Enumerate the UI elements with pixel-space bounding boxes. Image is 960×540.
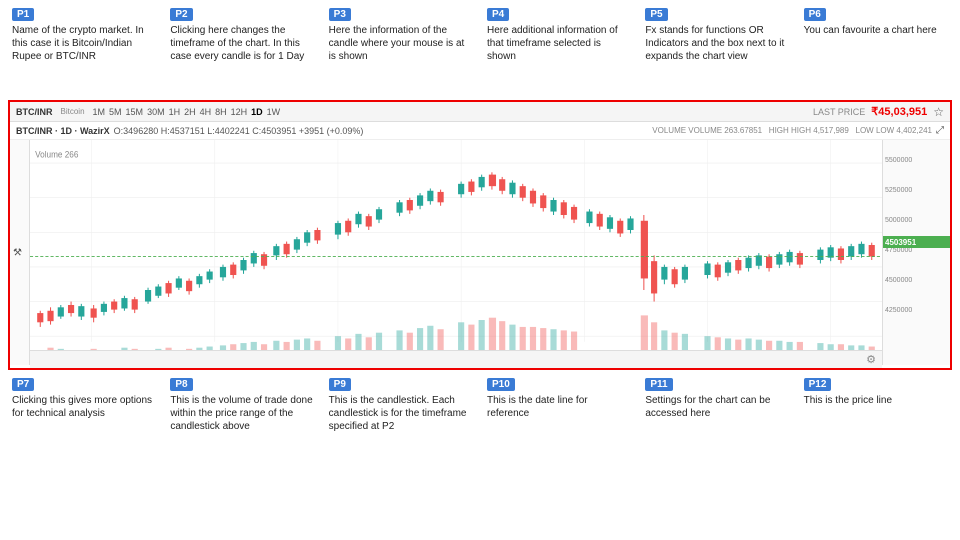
tf-1d[interactable]: 1D bbox=[251, 107, 263, 117]
annotation-p12: P12 This is the price line bbox=[800, 374, 952, 458]
svg-text:Volume 266: Volume 266 bbox=[35, 149, 78, 160]
chart-header-right: LAST PRICE ₹45,03,951 ☆ bbox=[813, 105, 944, 119]
expand-icon[interactable]: ⤢ bbox=[936, 125, 944, 136]
chart-pair: BTC/INR bbox=[16, 107, 53, 117]
annotation-p8: P8 This is the volume of trade done with… bbox=[166, 374, 318, 458]
chart-container[interactable]: BTC/INR Bitcoin 1M 5M 15M 30M 1H 2H 4H 8… bbox=[8, 100, 952, 370]
badge-p6: P6 bbox=[804, 8, 826, 21]
last-price-label: LAST PRICE bbox=[813, 107, 865, 117]
tools-sidebar[interactable]: ⚒ bbox=[10, 140, 30, 365]
annotation-p12-text: This is the price line bbox=[804, 394, 948, 407]
tf-5m[interactable]: 5M bbox=[109, 107, 122, 117]
annotation-p10-text: This is the date line for reference bbox=[487, 394, 631, 420]
svg-text:4250000: 4250000 bbox=[885, 307, 912, 314]
annotation-p8-text: This is the volume of trade done within … bbox=[170, 394, 314, 433]
chart-canvas: Sep 8 15 22 Oct 8 15 22 Nov 8 15 22 Dec … bbox=[30, 140, 882, 365]
chart-pair-sub: Bitcoin bbox=[61, 107, 85, 116]
badge-p2: P2 bbox=[170, 8, 192, 21]
annotation-p6: P6 You can favourite a chart here bbox=[800, 4, 952, 98]
annotation-p5-text: Fx stands for functions OR Indicators an… bbox=[645, 24, 789, 63]
annotation-p5: P5 Fx stands for functions OR Indicators… bbox=[641, 4, 793, 98]
tf-8h[interactable]: 8H bbox=[215, 107, 227, 117]
svg-text:5500000: 5500000 bbox=[885, 157, 912, 164]
tf-1m[interactable]: 1M bbox=[93, 107, 106, 117]
chart-body: ⚒ bbox=[10, 140, 950, 365]
annotation-p11-text: Settings for the chart can be accessed h… bbox=[645, 394, 789, 420]
badge-p7: P7 bbox=[12, 378, 34, 391]
badge-p8: P8 bbox=[170, 378, 192, 391]
annotation-p1-text: Name of the crypto market. In this case … bbox=[12, 24, 156, 63]
badge-p1: P1 bbox=[12, 8, 34, 21]
badge-p4: P4 bbox=[487, 8, 509, 21]
price-axis-svg: 5500000 5250000 5000000 4750000 4500000 … bbox=[883, 140, 951, 335]
volume-high-low: VOLUME VOLUME 263.67851 HIGH HIGH 4,517,… bbox=[652, 126, 932, 135]
tf-2h[interactable]: 2H bbox=[184, 107, 196, 117]
settings-icon[interactable]: ⚙ bbox=[866, 353, 876, 366]
price-axis: 5500000 5250000 5000000 4750000 4500000 … bbox=[882, 140, 950, 365]
tf-1w[interactable]: 1W bbox=[267, 107, 281, 117]
tf-15m[interactable]: 15M bbox=[126, 107, 144, 117]
tf-12h[interactable]: 12H bbox=[231, 107, 248, 117]
last-price-value: ₹45,03,951 bbox=[871, 105, 927, 118]
svg-text:5250000: 5250000 bbox=[885, 187, 912, 194]
annotation-p7: P7 Clicking this gives more options for … bbox=[8, 374, 160, 458]
annotation-p7-text: Clicking this gives more options for tec… bbox=[12, 394, 156, 420]
annotation-p9-text: This is the candlestick. Each candlestic… bbox=[329, 394, 473, 433]
svg-text:4503951: 4503951 bbox=[885, 238, 917, 247]
ohlc-pair: BTC/INR · 1D · WazirX bbox=[16, 126, 110, 136]
tf-30m[interactable]: 30M bbox=[147, 107, 165, 117]
badge-p12: P12 bbox=[804, 378, 832, 391]
annotation-p9: P9 This is the candlestick. Each candles… bbox=[325, 374, 477, 458]
ohlc-bar: BTC/INR · 1D · WazirX O:3496280 H:453715… bbox=[10, 122, 950, 140]
badge-p9: P9 bbox=[329, 378, 351, 391]
svg-text:5000000: 5000000 bbox=[885, 217, 912, 224]
annotation-p4: P4 Here additional information of that t… bbox=[483, 4, 635, 98]
annotation-p4-text: Here additional information of that time… bbox=[487, 24, 631, 63]
annotation-p2: P2 Clicking here changes the timeframe o… bbox=[166, 4, 318, 98]
tools-icon[interactable]: ⚒ bbox=[12, 247, 23, 258]
tf-1h[interactable]: 1H bbox=[169, 107, 181, 117]
top-annotations: P1 Name of the crypto market. In this ca… bbox=[0, 0, 960, 100]
annotation-p6-text: You can favourite a chart here bbox=[804, 24, 948, 37]
badge-p10: P10 bbox=[487, 378, 515, 391]
svg-text:4500000: 4500000 bbox=[885, 277, 912, 284]
annotation-p3: P3 Here the information of the candle wh… bbox=[325, 4, 477, 98]
annotation-p3-text: Here the information of the candle where… bbox=[329, 24, 473, 63]
annotation-p11: P11 Settings for the chart can be access… bbox=[641, 374, 793, 458]
timeframe-selector[interactable]: 1M 5M 15M 30M 1H 2H 4H 8H 12H 1D 1W bbox=[93, 107, 281, 117]
candlestick-chart: Sep 8 15 22 Oct 8 15 22 Nov 8 15 22 Dec … bbox=[30, 140, 882, 365]
annotation-p1: P1 Name of the crypto market. In this ca… bbox=[8, 4, 160, 98]
badge-p11: P11 bbox=[645, 378, 672, 391]
tools-label: ⚒ bbox=[12, 247, 23, 258]
chart-header: BTC/INR Bitcoin 1M 5M 15M 30M 1H 2H 4H 8… bbox=[10, 102, 950, 122]
ohlc-values: O:3496280 H:4537151 L:4402241 C:4503951 … bbox=[114, 126, 364, 136]
annotation-p10: P10 This is the date line for reference bbox=[483, 374, 635, 458]
bottom-annotations: P7 Clicking this gives more options for … bbox=[0, 372, 960, 462]
badge-p3: P3 bbox=[329, 8, 351, 21]
badge-p5: P5 bbox=[645, 8, 667, 21]
annotation-p2-text: Clicking here changes the timeframe of t… bbox=[170, 24, 314, 63]
chart-bottom-toolbar: ⚙ bbox=[30, 350, 882, 368]
svg-text:4750000: 4750000 bbox=[885, 247, 912, 254]
tf-4h[interactable]: 4H bbox=[200, 107, 212, 117]
star-icon[interactable]: ☆ bbox=[933, 105, 944, 119]
